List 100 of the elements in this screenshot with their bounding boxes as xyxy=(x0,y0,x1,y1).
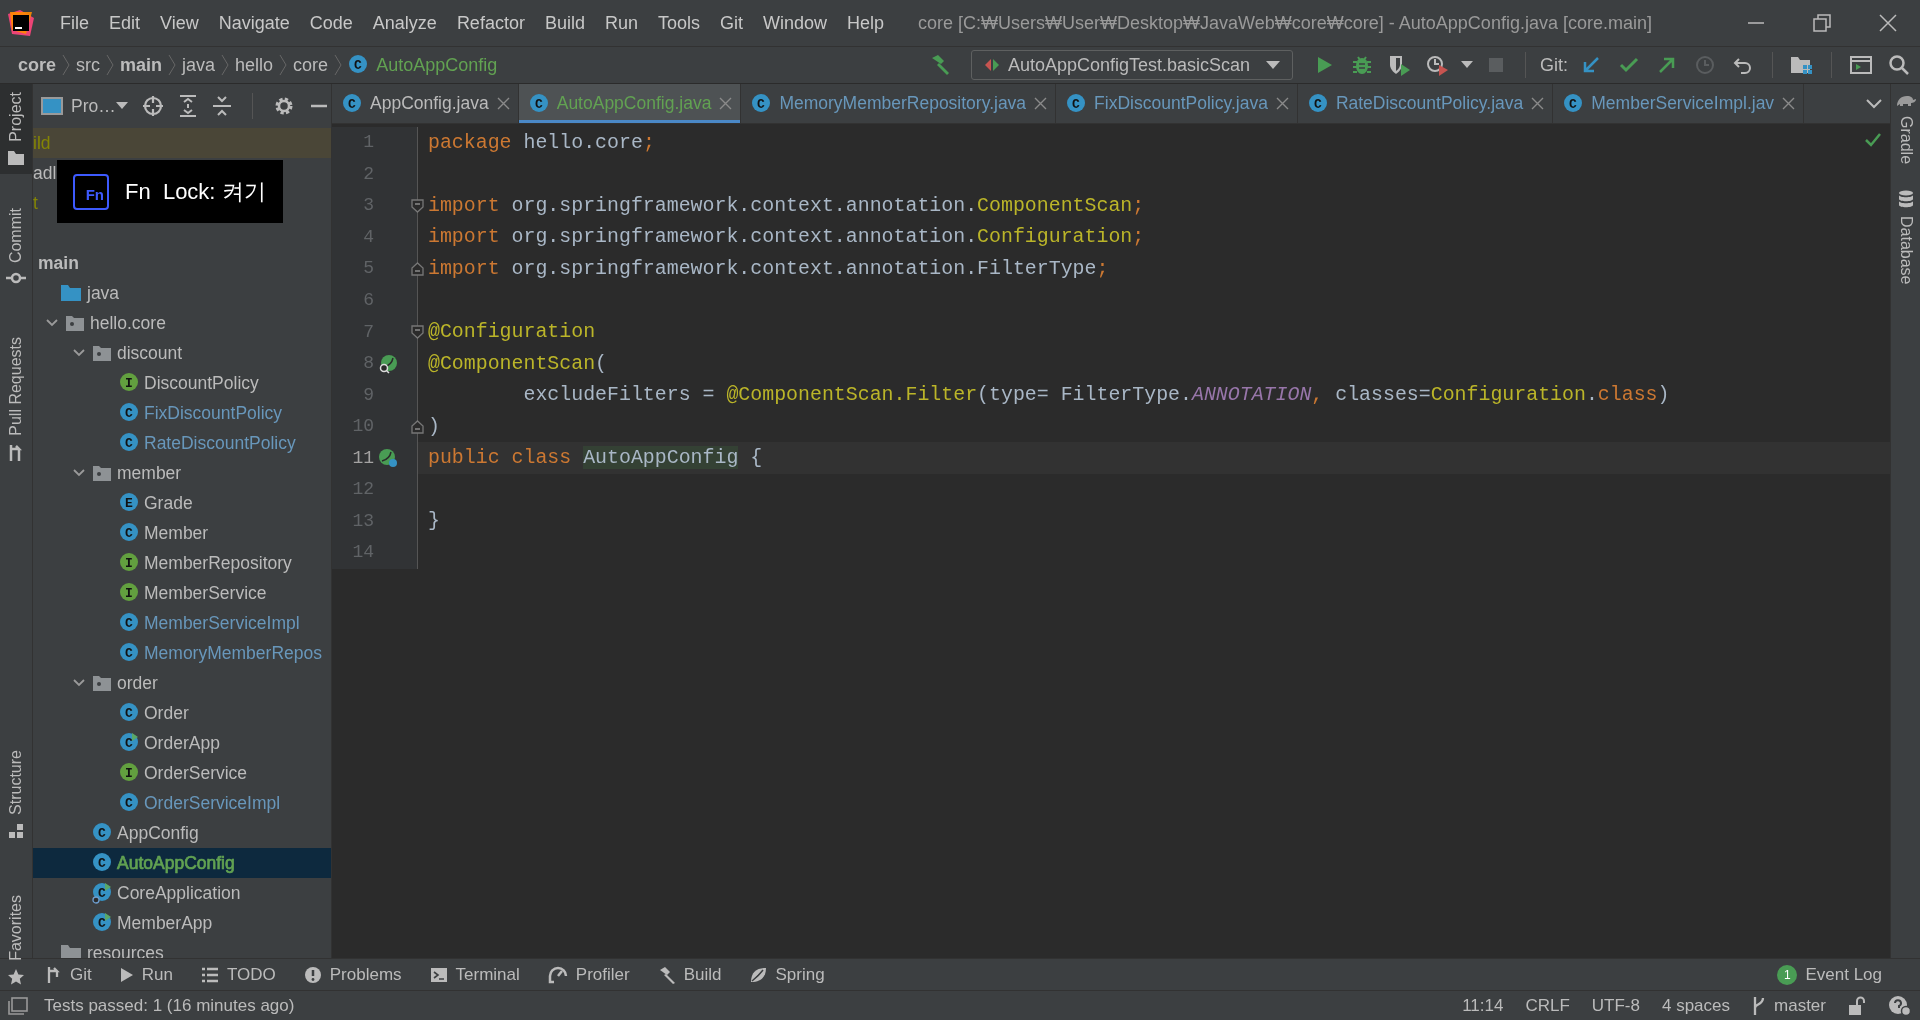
folder-grid-icon[interactable] xyxy=(1790,55,1814,75)
menu-item[interactable]: Refactor xyxy=(446,9,535,37)
editor-tab[interactable]: C MemberServiceImpl.jav xyxy=(1553,84,1805,123)
menu-item[interactable]: Analyze xyxy=(362,9,447,37)
menu-item[interactable]: View xyxy=(150,9,209,37)
fold-marker-icon[interactable] xyxy=(411,260,424,277)
bean-icon[interactable] xyxy=(378,448,398,469)
tree-item[interactable]: DiscountPolicy xyxy=(144,369,259,397)
editor-tab[interactable]: C MemoryMemberRepository.java xyxy=(741,84,1057,123)
tree-item[interactable]: MemberServiceImpl xyxy=(144,609,300,637)
editor-tab[interactable]: C AppConfig.java xyxy=(332,84,519,123)
dropdown-caret-icon[interactable] xyxy=(1461,61,1473,69)
menu-item[interactable]: File xyxy=(50,9,99,37)
update-arrow-icon[interactable] xyxy=(1581,55,1601,75)
close-icon[interactable] xyxy=(719,97,733,110)
tree-item[interactable]: FixDiscountPolicy xyxy=(144,399,283,427)
tool-window-button[interactable]: TODO xyxy=(186,961,290,988)
tool-window-button[interactable]: Build xyxy=(643,961,736,988)
menu-item[interactable]: Window xyxy=(753,9,838,37)
menu-item[interactable]: Tools xyxy=(647,9,710,37)
tool-window-tab[interactable]: Commit xyxy=(0,199,32,293)
tree-item[interactable]: OrderServiceImpl xyxy=(144,789,281,817)
event-log-button[interactable]: 1 Event Log xyxy=(1777,961,1882,988)
editor-tab[interactable]: C FixDiscountPolicy.java xyxy=(1056,84,1298,123)
tree-item[interactable]: hello.core xyxy=(90,309,166,337)
status-item[interactable]: 11:14 xyxy=(1462,992,1504,1019)
tree-item[interactable]: Grade xyxy=(144,489,193,517)
help-settings-icon[interactable] xyxy=(1888,994,1912,1017)
menu-item[interactable]: Help xyxy=(837,9,895,37)
menu-item[interactable]: Code xyxy=(299,9,363,37)
close-icon[interactable] xyxy=(1034,97,1048,110)
expand-all-icon[interactable] xyxy=(177,95,198,117)
menu-item[interactable]: Run xyxy=(594,9,648,37)
tree-item[interactable]: MemberApp xyxy=(117,909,213,937)
tree-item[interactable]: AutoAppConfig xyxy=(117,852,235,874)
tree-item[interactable]: adl xyxy=(33,159,57,187)
branch-widget[interactable]: master xyxy=(1752,992,1826,1019)
breadcrumb-item[interactable]: core xyxy=(18,51,57,79)
coverage-icon[interactable] xyxy=(1388,54,1412,76)
tree-item[interactable]: MemberService xyxy=(144,579,267,607)
menu-item[interactable]: Edit xyxy=(99,9,151,37)
fold-marker-icon[interactable] xyxy=(411,324,424,341)
check-icon[interactable] xyxy=(1619,55,1639,75)
profiler-icon[interactable] xyxy=(1426,54,1450,76)
editor-tab[interactable]: C AutoAppConfig.java xyxy=(518,84,742,123)
tree-item[interactable]: t xyxy=(33,189,38,217)
tree-item[interactable]: MemoryMemberRepos xyxy=(144,639,322,667)
tool-window-button[interactable]: Profiler xyxy=(533,961,644,988)
editor-tab[interactable]: C RateDiscountPolicy.java xyxy=(1297,84,1554,123)
restore-button[interactable] xyxy=(1812,13,1832,33)
tool-window-tab[interactable]: Favorites xyxy=(0,886,32,995)
menu-item[interactable]: Build xyxy=(534,9,595,37)
close-icon[interactable] xyxy=(1531,97,1545,110)
breadcrumb-item[interactable]: main xyxy=(120,51,163,79)
status-item[interactable]: CRLF xyxy=(1525,992,1570,1019)
breadcrumb-item[interactable]: src xyxy=(76,51,101,79)
status-item[interactable]: 4 spaces xyxy=(1662,992,1731,1019)
tree-item[interactable]: order xyxy=(117,669,158,697)
window-icon[interactable] xyxy=(1850,55,1872,75)
breadcrumb-item[interactable]: java xyxy=(182,51,216,79)
tool-window-button[interactable]: Terminal xyxy=(415,961,534,988)
tree-item[interactable]: discount xyxy=(117,339,183,367)
crosshair-icon[interactable] xyxy=(141,95,164,117)
fold-marker-icon[interactable] xyxy=(411,418,424,435)
tool-window-tab[interactable]: Gradle xyxy=(1893,92,1918,165)
tree-item[interactable]: java xyxy=(87,279,120,307)
menu-item[interactable]: Git xyxy=(710,9,753,37)
run-configuration-dropdown[interactable]: AutoAppConfigTest.basicScan xyxy=(971,50,1293,80)
view-selector-dropdown[interactable]: Pro… xyxy=(41,92,128,120)
tree-item[interactable]: RateDiscountPolicy xyxy=(144,429,296,457)
close-icon[interactable] xyxy=(1275,97,1289,110)
tool-window-button[interactable]: Run xyxy=(105,961,187,988)
close-icon[interactable] xyxy=(496,97,510,110)
close-button[interactable] xyxy=(1878,13,1898,33)
unlocked-icon[interactable] xyxy=(1848,995,1866,1016)
tree-item[interactable]: OrderService xyxy=(144,759,248,787)
tree-item[interactable]: member xyxy=(117,459,182,487)
tool-window-tab[interactable]: Pull Requests xyxy=(0,328,32,470)
breadcrumb-item[interactable]: hello xyxy=(235,51,274,79)
panel-toggle-icon[interactable] xyxy=(8,996,28,1015)
status-item[interactable]: UTF-8 xyxy=(1591,992,1640,1019)
close-icon[interactable] xyxy=(1782,97,1796,110)
undo-icon[interactable] xyxy=(1733,55,1753,75)
tree-item[interactable]: MemberRepository xyxy=(144,549,292,577)
tree-item[interactable]: OrderApp xyxy=(144,729,220,757)
tool-window-tab[interactable]: Database xyxy=(1893,190,1918,285)
search-icon[interactable] xyxy=(1888,54,1910,76)
tool-window-button[interactable]: Spring xyxy=(735,961,839,988)
breadcrumb-item[interactable]: core xyxy=(293,51,329,79)
tool-window-button[interactable]: Problems xyxy=(289,961,416,988)
tab-list-chevron-icon[interactable] xyxy=(1866,98,1882,109)
tree-item[interactable]: main xyxy=(38,249,79,277)
tree-item[interactable]: CoreApplication xyxy=(117,879,241,907)
tree-item[interactable]: AppConfig xyxy=(117,819,199,847)
collapse-all-icon[interactable] xyxy=(211,95,232,117)
tree-item[interactable]: Member xyxy=(144,519,209,547)
tool-window-tab[interactable]: Project xyxy=(0,84,32,174)
bean-search-icon[interactable] xyxy=(378,353,398,374)
tool-window-button[interactable]: Git xyxy=(32,961,106,988)
fold-marker-icon[interactable] xyxy=(411,197,424,214)
